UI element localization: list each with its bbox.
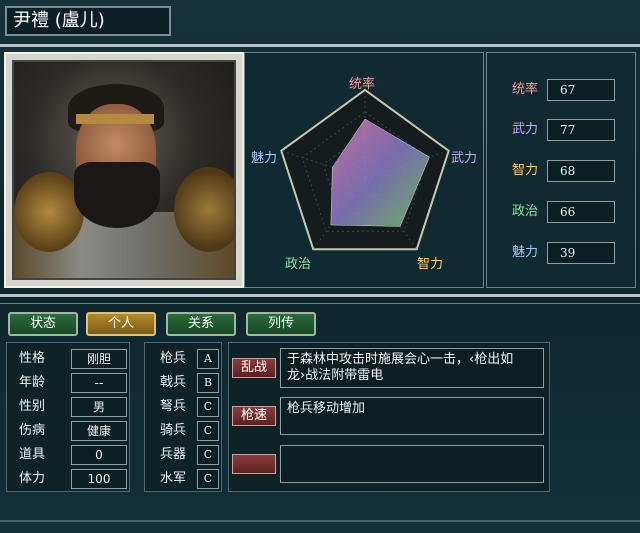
- tab-biography[interactable]: 列传: [246, 312, 316, 336]
- stats-panel: 统率 67 武力 77 智力 68 政治 66 魅力 39: [486, 52, 636, 288]
- troop-name: 戟兵: [159, 375, 186, 390]
- info-value: 刚胆: [71, 349, 127, 369]
- ability-radar-chart: 统率 武力 智力 政治 魅力: [244, 52, 484, 288]
- character-window: 尹禮 (盧儿) 统率 武力 智力 政治 魅力 统率 67 武力 77 智力 68…: [0, 0, 640, 533]
- info-label: 年龄: [19, 375, 46, 390]
- stat-value: 77: [547, 119, 615, 141]
- tab-personal[interactable]: 个人: [86, 312, 156, 336]
- tab-status[interactable]: 状态: [8, 312, 78, 336]
- troop-grade: C: [197, 469, 219, 489]
- troop-name: 兵器: [159, 447, 186, 462]
- troop-name: 弩兵: [159, 399, 186, 414]
- radar-label-meili: 魅力: [251, 151, 278, 166]
- troop-name: 骑兵: [159, 423, 186, 438]
- info-label: 体力: [19, 471, 46, 486]
- skill-badge-1[interactable]: 乱战: [232, 358, 276, 378]
- skill-description-2: 枪兵移动增加: [280, 397, 544, 435]
- portrait-pauldron-right: [174, 167, 234, 252]
- stat-label: 政治: [511, 204, 538, 219]
- info-value: --: [71, 373, 127, 393]
- personal-info-panel: 性格 刚胆 年龄 -- 性别 男 伤病 健康 道具 0 体力 100: [6, 342, 130, 492]
- info-value: 健康: [71, 421, 127, 441]
- stat-value: 39: [547, 242, 615, 264]
- stat-label: 统率: [511, 82, 538, 97]
- radar-label-tongshuai: 统率: [349, 77, 376, 92]
- tab-relations[interactable]: 关系: [166, 312, 236, 336]
- stat-label: 魅力: [511, 245, 538, 260]
- troop-grade: C: [197, 445, 219, 465]
- info-value: 100: [71, 469, 127, 489]
- info-label: 伤病: [19, 423, 46, 438]
- divider: [0, 520, 640, 522]
- portrait-headband: [76, 114, 154, 124]
- troop-grade: B: [197, 373, 219, 393]
- stat-value: 66: [547, 201, 615, 223]
- character-portrait: [12, 60, 236, 280]
- info-label: 性格: [19, 351, 46, 366]
- troop-name: 枪兵: [159, 351, 186, 366]
- stat-label: 武力: [511, 122, 538, 137]
- divider: [0, 44, 640, 47]
- divider: [0, 303, 640, 304]
- troop-name: 水军: [159, 471, 186, 486]
- skill-badge-2[interactable]: 枪速: [232, 406, 276, 426]
- skill-description-1: 于森林中攻击时施展会心一击，‹枪出如龙›战法附带雷电: [280, 348, 544, 388]
- radar-label-zhengzhi: 政治: [285, 257, 312, 272]
- portrait-frame: [4, 52, 244, 288]
- portrait-beard: [74, 162, 160, 228]
- info-label: 道具: [19, 447, 46, 462]
- radar-label-zhili: 智力: [417, 257, 444, 272]
- character-name: 尹禮 (盧儿): [5, 6, 171, 36]
- info-label: 性别: [19, 399, 46, 414]
- troop-grade: A: [197, 349, 219, 369]
- troop-grade: C: [197, 397, 219, 417]
- info-value: 0: [71, 445, 127, 465]
- stat-value: 68: [547, 160, 615, 182]
- skill-badge-3[interactable]: [232, 454, 276, 474]
- stat-label: 智力: [511, 163, 538, 178]
- stat-value: 67: [547, 79, 615, 101]
- info-value: 男: [71, 397, 127, 417]
- divider: [0, 294, 640, 297]
- troop-grade: C: [197, 421, 219, 441]
- troop-aptitude-panel: 枪兵 A 戟兵 B 弩兵 C 骑兵 C 兵器 C 水军 C: [144, 342, 222, 492]
- skill-description-3: [280, 445, 544, 483]
- radar-label-wuli: 武力: [451, 151, 478, 166]
